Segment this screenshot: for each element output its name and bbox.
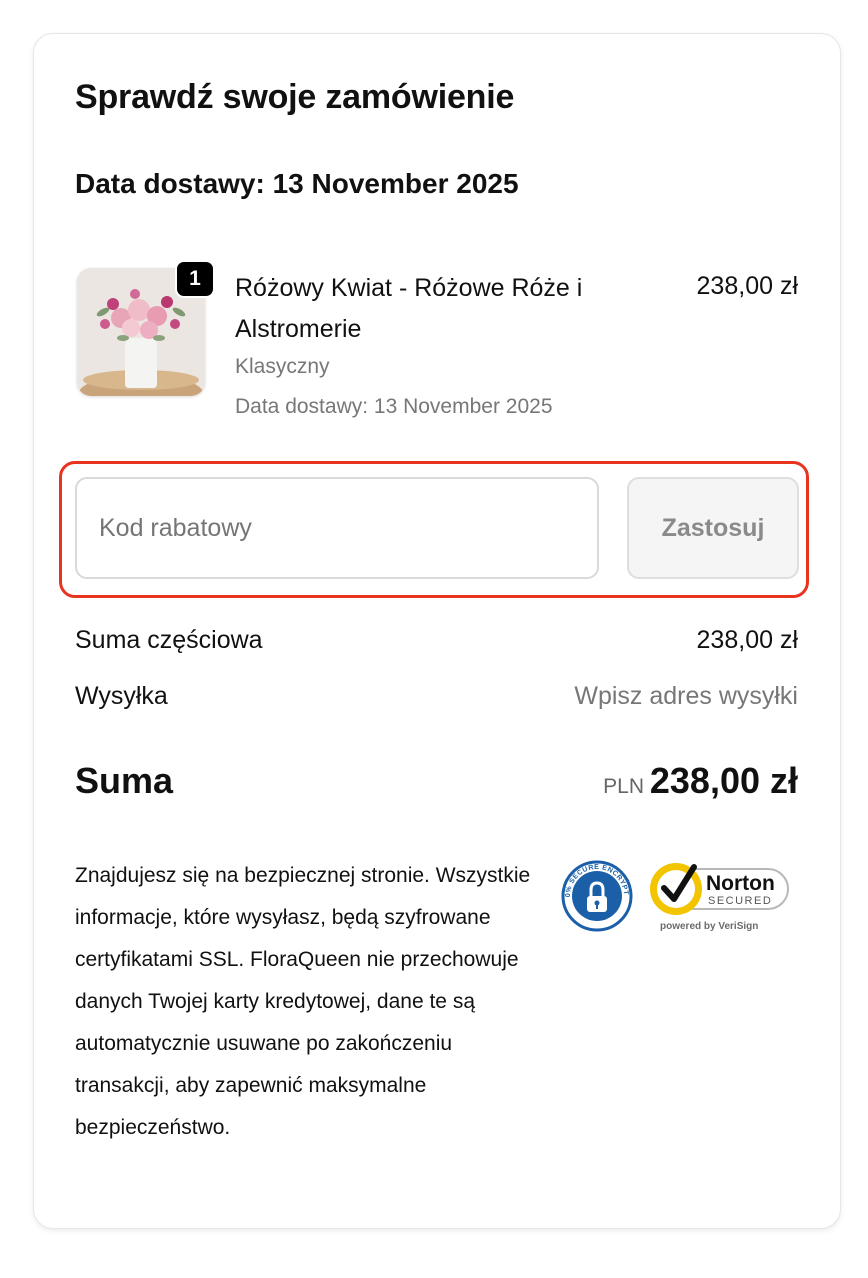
norton-brand-text: Norton xyxy=(706,872,775,895)
shipping-label: Wysyłka xyxy=(75,682,168,710)
product-delivery-date: Data dostawy: 13 November 2025 xyxy=(235,395,553,418)
total-label: Suma xyxy=(75,760,174,801)
subtotal-value: 238,00 zł xyxy=(696,626,798,654)
total-currency: PLN xyxy=(603,775,644,798)
total-value: 238,00 zł xyxy=(649,760,798,801)
delivery-date-heading: Data dostawy: 13 November 2025 xyxy=(75,168,519,199)
discount-code-input[interactable] xyxy=(75,477,599,579)
product-name: Różowy Kwiat - Różowe Róże i Alstromerie xyxy=(235,274,583,343)
page-title: Sprawdź swoje zamówienie xyxy=(75,78,515,116)
quantity-badge: 1 xyxy=(175,260,215,298)
product-variant: Klasyczny xyxy=(235,355,330,378)
padlock-seal-icon: 100% SECURE ENCRYPTED xyxy=(561,860,633,932)
subtotal-label: Suma częściowa xyxy=(75,626,263,654)
norton-powered-text: powered by VeriSign xyxy=(660,921,758,932)
norton-secured-text: SECURED xyxy=(708,895,772,907)
shipping-value: Wpisz adres wysyłki xyxy=(574,682,798,710)
norton-checkmark-icon: Norton SECURED powered by VeriSign xyxy=(650,863,789,932)
product-price: 238,00 zł xyxy=(696,272,798,300)
security-notice: Znajdujesz się na bezpiecznej stronie. W… xyxy=(75,864,531,1139)
apply-discount-button[interactable]: Zastosuj xyxy=(627,477,799,579)
